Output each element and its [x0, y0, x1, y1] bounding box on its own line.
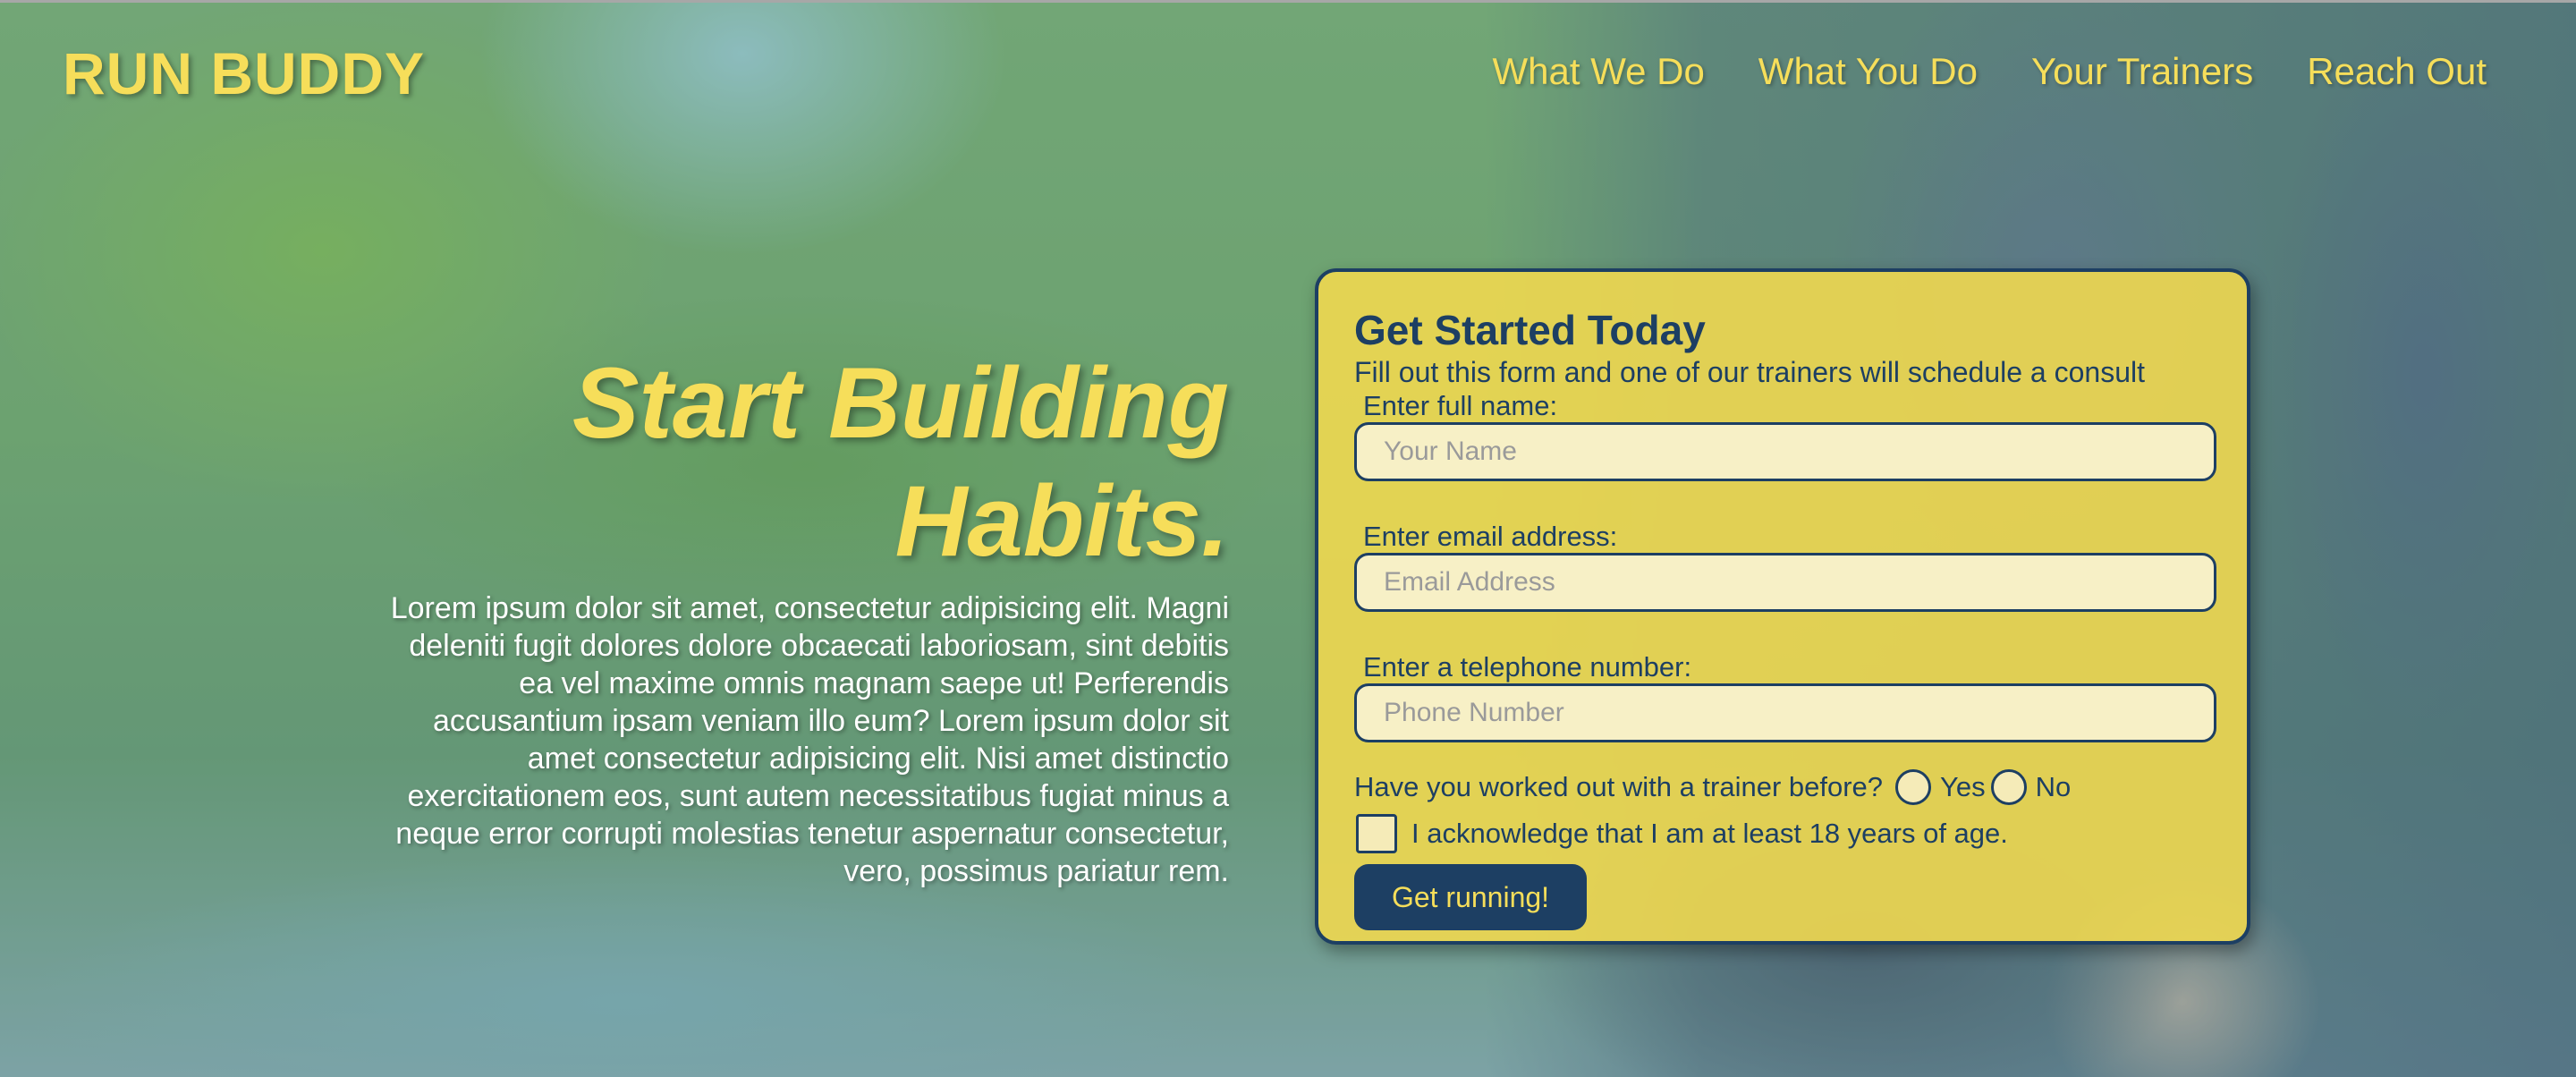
- nav-link-what-you-do[interactable]: What You Do: [1758, 50, 1978, 93]
- main-nav: What We Do What You Do Your Trainers Rea…: [1493, 50, 2487, 93]
- hero-title-line1: Start Building: [572, 347, 1229, 459]
- age-ack-checkbox[interactable]: [1356, 814, 1397, 853]
- radio-no-label: No: [2035, 771, 2072, 802]
- hero-body: Lorem ipsum dolor sit amet, consectetur …: [390, 591, 1229, 888]
- get-running-button[interactable]: Get running!: [1354, 864, 1587, 930]
- form-subtitle: Fill out this form and one of our traine…: [1354, 356, 2145, 388]
- hero-title: Start Building Habits.: [385, 344, 1229, 581]
- landing-page: RUN BUDDY What We Do What You Do Your Tr…: [0, 0, 2576, 1077]
- name-input[interactable]: [1354, 422, 2216, 481]
- trainer-question-row: Have you worked out with a trainer befor…: [1354, 769, 2211, 805]
- phone-label: Enter a telephone number:: [1363, 651, 1692, 683]
- name-label: Enter full name:: [1363, 390, 1558, 421]
- radio-yes-label: Yes: [1940, 771, 1986, 802]
- site-logo[interactable]: RUN BUDDY: [63, 39, 425, 107]
- signup-form: Get Started Today Fill out this form and…: [1315, 268, 2250, 945]
- hero-section: Start Building Habits. Lorem ipsum dolor…: [385, 344, 1229, 890]
- form-title: Get Started Today: [1354, 307, 1706, 353]
- phone-input[interactable]: [1354, 683, 2216, 742]
- age-ack-label: I acknowledge that I am at least 18 year…: [1411, 818, 2008, 849]
- age-ack-row: I acknowledge that I am at least 18 year…: [1354, 814, 2211, 853]
- radio-yes[interactable]: [1895, 769, 1932, 805]
- site-header: RUN BUDDY What We Do What You Do Your Tr…: [0, 0, 2576, 152]
- email-input[interactable]: [1354, 553, 2216, 612]
- nav-link-your-trainers[interactable]: Your Trainers: [2031, 50, 2253, 93]
- nav-link-reach-out[interactable]: Reach Out: [2307, 50, 2487, 93]
- trainer-question-label: Have you worked out with a trainer befor…: [1354, 771, 1884, 802]
- email-label: Enter email address:: [1363, 521, 1618, 552]
- radio-no[interactable]: [1990, 769, 2027, 805]
- nav-link-what-we-do[interactable]: What We Do: [1493, 50, 1705, 93]
- hero-title-line2: Habits.: [894, 465, 1229, 577]
